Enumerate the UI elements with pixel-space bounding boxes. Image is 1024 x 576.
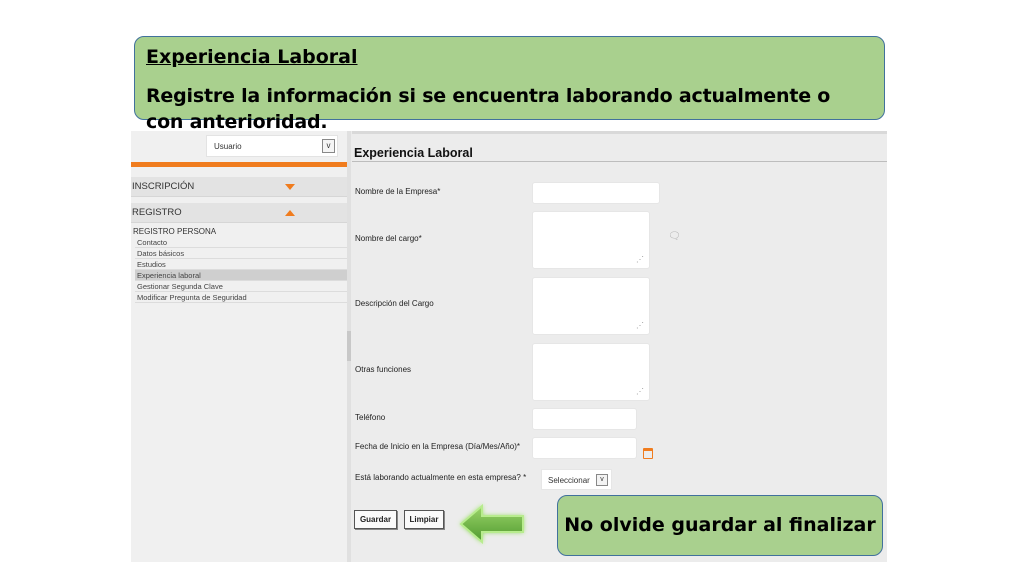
reminder-callout: No olvide guardar al finalizar	[557, 495, 883, 556]
callout-title: Experiencia Laboral	[146, 46, 358, 68]
resize-grip-icon[interactable]: ⋰	[636, 322, 644, 330]
sidebar-section-registro[interactable]: REGISTRO	[131, 203, 347, 223]
sidebar-section-label: REGISTRO	[132, 207, 182, 218]
user-select[interactable]: Usuario v	[206, 135, 338, 157]
label-telefono: Teléfono	[355, 413, 386, 422]
laborando-select[interactable]: Seleccionar v	[541, 469, 612, 490]
telefono-input[interactable]	[532, 408, 637, 430]
sidebar-subsection-title: REGISTRO PERSONA	[133, 227, 217, 236]
cargo-textarea[interactable]: ⋰	[532, 211, 650, 269]
resize-grip-icon[interactable]: ⋰	[636, 388, 644, 396]
accent-bar	[131, 162, 347, 167]
sidebar-menu: Contacto Datos básicos Estudios Experien…	[135, 237, 347, 303]
otras-funciones-textarea[interactable]: ⋰	[532, 343, 650, 401]
label-fecha-inicio: Fecha de Inicio en la Empresa (Día/Mes/A…	[355, 442, 520, 451]
empresa-input[interactable]	[532, 182, 660, 204]
sidebar-item-pregunta-seguridad[interactable]: Modificar Pregunta de Seguridad	[135, 292, 347, 303]
clear-button[interactable]: Limpiar	[404, 510, 444, 529]
sidebar-item-segunda-clave[interactable]: Gestionar Segunda Clave	[135, 281, 347, 292]
sidebar-item-datos-basicos[interactable]: Datos básicos	[135, 248, 347, 259]
label-cargo: Nombre del cargo*	[355, 234, 422, 243]
chevron-down-icon	[285, 184, 295, 190]
comment-icon[interactable]: 🗨	[668, 231, 681, 242]
laborando-select-value: Seleccionar	[548, 476, 590, 485]
instruction-callout: Experiencia Laboral Registre la informac…	[134, 36, 885, 133]
sidebar-section-label: INSCRIPCIÓN	[132, 181, 195, 192]
divider	[352, 161, 887, 162]
fecha-inicio-input[interactable]	[532, 437, 637, 459]
sidebar-item-estudios[interactable]: Estudios	[135, 259, 347, 270]
save-button[interactable]: Guardar	[354, 510, 397, 529]
sidebar-section-inscripcion[interactable]: INSCRIPCIÓN	[131, 177, 347, 197]
chevron-down-icon[interactable]: v	[322, 139, 335, 153]
chevron-up-icon	[285, 210, 295, 216]
label-laborando: Está laborando actualmente en esta empre…	[355, 473, 527, 482]
label-empresa: Nombre de la Empresa*	[355, 187, 441, 196]
reminder-text: No olvide guardar al finalizar	[564, 514, 876, 536]
sidebar-item-contacto[interactable]: Contacto	[135, 237, 347, 248]
sidebar-item-experiencia-laboral[interactable]: Experiencia laboral	[135, 270, 347, 281]
callout-text: Registre la información si se encuentra …	[146, 85, 831, 133]
label-descripcion: Descripción del Cargo	[355, 299, 434, 308]
chevron-down-icon[interactable]: v	[596, 474, 608, 486]
splitter-handle[interactable]	[347, 331, 351, 361]
sidebar: Usuario v INSCRIPCIÓN REGISTRO REGISTRO …	[131, 131, 347, 562]
left-arrow-icon	[459, 503, 524, 545]
label-otras-funciones: Otras funciones	[355, 365, 412, 374]
calendar-icon[interactable]	[643, 448, 653, 459]
divider	[352, 131, 887, 134]
resize-grip-icon[interactable]: ⋰	[636, 256, 644, 264]
descripcion-textarea[interactable]: ⋰	[532, 277, 650, 335]
form-title: Experiencia Laboral	[354, 146, 473, 160]
user-select-value: Usuario	[214, 142, 242, 151]
